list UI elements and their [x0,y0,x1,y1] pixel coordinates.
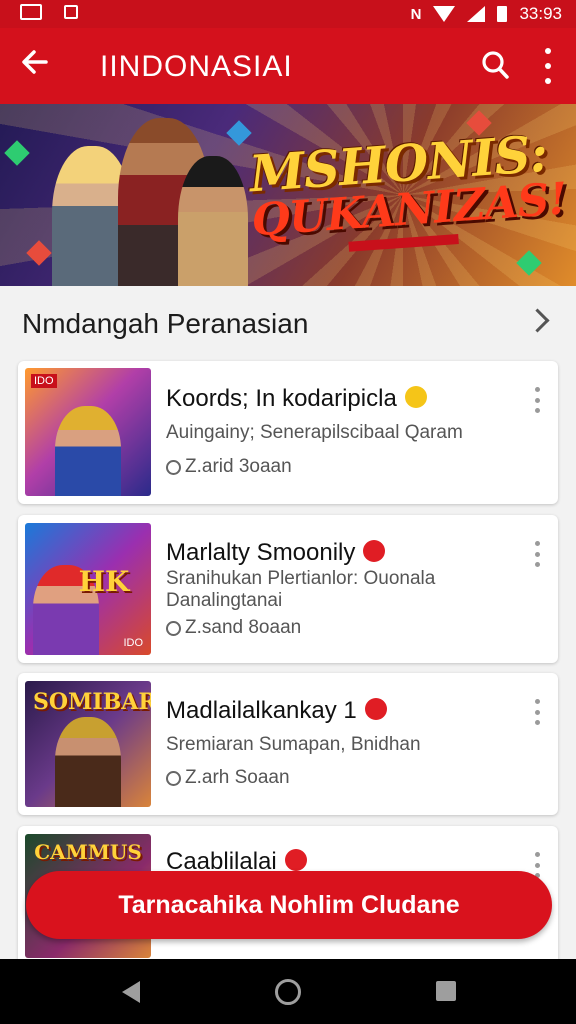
notification-icon [64,5,78,19]
game-thumbnail: HK IDO [25,523,151,655]
more-vert-icon[interactable] [534,852,540,878]
status-time: 33:93 [519,4,562,23]
clock-icon [166,459,181,475]
game-title: Madlailalkankay 1 [166,697,387,725]
search-icon [482,51,509,79]
game-subtitle: Sranihukan Plertianlor: Ouonala Danaling… [166,568,436,611]
promo-banner[interactable]: MSHONIS: QUKANIZAS! [0,104,576,286]
banner-title: MSHONIS: QUKANIZAS! [246,124,568,259]
page-title: IINDONASIAI [100,50,293,83]
game-meta: Z.arid 3oaan [166,456,292,478]
game-title: Marlalty Smoonily [166,539,386,567]
arrow-left-icon [22,50,48,74]
nfc-icon: N [410,5,422,23]
thumb-title: HK [78,565,130,598]
search-button[interactable] [482,50,509,80]
rating-badge [284,848,307,871]
game-card[interactable]: SOMIBAR Madlailalkankay 1 Sremiaran Suma… [18,673,558,815]
app-bar: IINDONASIAI [0,28,576,104]
rating-badge [404,385,427,408]
more-vert-icon[interactable] [534,541,540,567]
clock-icon [166,770,181,786]
game-meta: Z.sand 8oaan [166,617,301,639]
nav-home-icon[interactable] [275,979,301,1005]
gallery-icon [20,4,42,20]
game-card[interactable]: IDO Koords; In kodaripicla Auingainy; Se… [18,361,558,504]
game-subtitle: Sremiaran Sumapan, Bnidhan [166,734,421,755]
back-button[interactable] [20,48,48,76]
nav-back-icon[interactable] [122,981,140,1003]
more-vert-icon[interactable] [534,699,540,725]
more-vert-icon[interactable] [544,48,552,84]
thumb-corner-label: IDO [123,637,143,649]
wifi-icon [433,6,456,22]
game-subtitle: Auingainy; Senerapilscibaal Qaram [166,422,463,443]
battery-icon [497,6,508,22]
game-thumbnail: IDO [25,368,151,496]
rating-badge [363,539,386,562]
nav-recents-icon[interactable] [436,981,456,1001]
system-nav-bar [0,959,576,1024]
thumb-corner-label: IDO [31,374,57,388]
hero-character [178,156,248,286]
status-bar: N 33:93 [0,0,576,28]
game-card[interactable]: HK IDO Marlalty Smoonily Sranihukan Pler… [18,515,558,663]
cta-button[interactable]: Tarnacahika Nohlim Cludane [26,871,552,939]
game-thumbnail: SOMIBAR [25,681,151,807]
rating-badge [364,697,387,720]
more-vert-icon[interactable] [534,387,540,413]
chevron-right-icon[interactable] [525,308,550,333]
thumb-title: CAMMUS [34,840,142,864]
clock-icon [166,620,181,636]
signal-icon [467,6,486,22]
game-meta: Z.arh Soaan [166,767,290,789]
game-title: Koords; In kodaripicla [166,385,427,413]
thumb-title: SOMIBAR [33,689,151,715]
section-title: Nmdangah Peranasian [22,308,309,339]
section-header[interactable]: Nmdangah Peranasian [0,290,576,358]
